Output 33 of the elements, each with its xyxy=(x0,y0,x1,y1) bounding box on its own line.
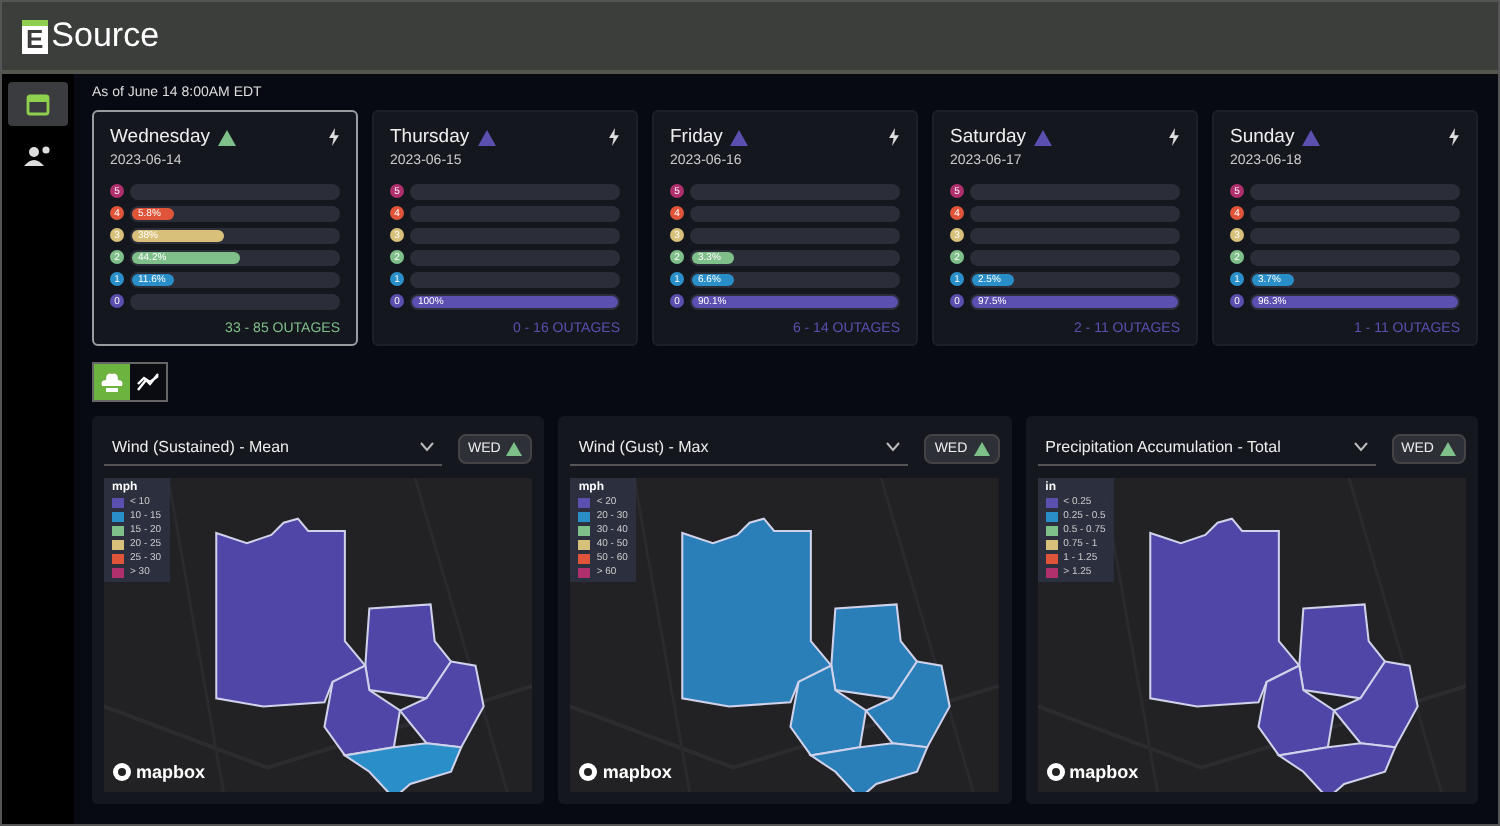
lightning-icon xyxy=(608,128,620,146)
sidebar-item[interactable] xyxy=(8,82,68,126)
map-attribution: mapbox xyxy=(136,762,206,782)
map-attribution: mapbox xyxy=(1069,762,1139,782)
cloud-icon xyxy=(100,371,124,393)
chevron-icon xyxy=(886,442,901,452)
lightning-icon xyxy=(328,128,340,146)
metric-dropdown[interactable]: Wind (Gust) - Max xyxy=(570,432,909,466)
metric-dropdown[interactable]: Precipitation Accumulation - Total xyxy=(1037,432,1376,466)
logo-mark: E xyxy=(22,19,48,53)
metric-dropdown[interactable]: Wind (Sustained) - Mean xyxy=(104,432,442,466)
day-name: Wednesday xyxy=(110,126,210,148)
calendar-icon xyxy=(26,92,50,116)
day-name: Friday xyxy=(670,126,723,148)
mapbox-logo-icon xyxy=(578,762,599,782)
trend-icon xyxy=(136,371,160,393)
day-name: Saturday xyxy=(950,126,1027,148)
triangle-icon xyxy=(506,442,523,456)
lightning-icon xyxy=(1168,128,1180,146)
chevron-icon xyxy=(419,442,434,452)
day-name: Thursday xyxy=(390,126,470,148)
triangle-icon xyxy=(1439,442,1456,456)
mapbox-logo-icon xyxy=(1045,762,1066,782)
lightning-icon xyxy=(1448,128,1460,146)
view-toggle[interactable] xyxy=(94,364,130,400)
map-attribution: mapbox xyxy=(602,762,672,782)
chevron-icon xyxy=(1353,442,1368,452)
lightning-icon xyxy=(888,128,900,146)
people-icon xyxy=(24,144,52,168)
triangle-icon xyxy=(973,442,990,456)
mapbox-logo-icon xyxy=(112,762,132,782)
brand-name: Source xyxy=(51,16,160,56)
day-name: Sunday xyxy=(1230,126,1295,148)
